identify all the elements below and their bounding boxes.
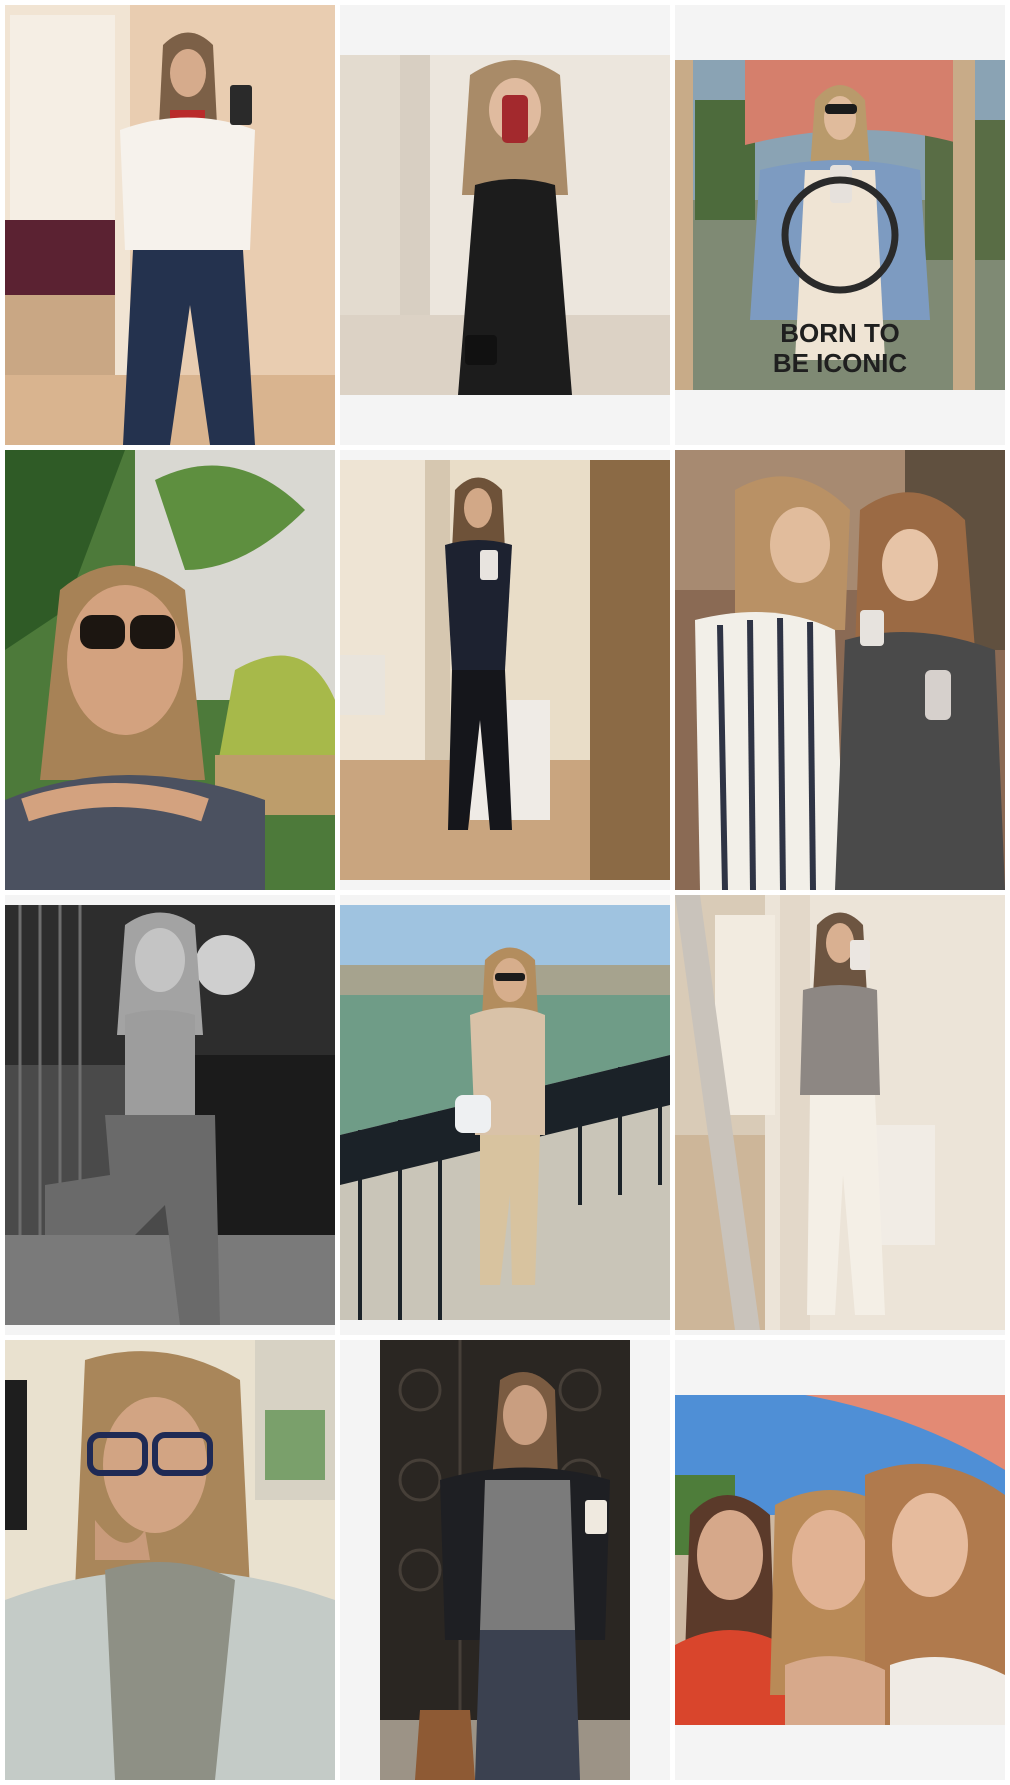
grid-post-7[interactable] — [5, 895, 335, 1335]
post-photo-7 — [5, 905, 335, 1325]
post-photo-8 — [340, 905, 670, 1320]
grid-post-2[interactable] — [340, 5, 670, 445]
post-photo-6 — [675, 450, 1005, 890]
post-photo-2 — [340, 55, 670, 395]
post-photo-4 — [5, 450, 335, 890]
post-photo-3: BORN TO BE ICONIC — [675, 60, 1005, 390]
grid-post-11[interactable] — [340, 1340, 670, 1780]
photo-grid: BORN TO BE ICONIC — [0, 0, 1010, 1785]
grid-post-1[interactable] — [5, 5, 335, 445]
grid-post-6[interactable] — [675, 450, 1005, 890]
born-to-text: BORN TO — [780, 318, 899, 348]
post-photo-12 — [675, 1395, 1005, 1725]
post-photo-11 — [380, 1340, 630, 1780]
post-photo-5 — [340, 460, 670, 880]
grid-post-3[interactable]: BORN TO BE ICONIC — [675, 5, 1005, 445]
grid-post-5[interactable] — [340, 450, 670, 890]
grid-post-4[interactable] — [5, 450, 335, 890]
post-photo-10 — [5, 1340, 335, 1780]
grid-post-8[interactable] — [340, 895, 670, 1335]
grid-post-10[interactable] — [5, 1340, 335, 1780]
post-photo-9 — [675, 895, 1005, 1330]
grid-post-9[interactable] — [675, 895, 1005, 1335]
be-iconic-text: BE ICONIC — [773, 348, 908, 378]
post-photo-1 — [5, 5, 335, 445]
grid-post-12[interactable] — [675, 1340, 1005, 1780]
